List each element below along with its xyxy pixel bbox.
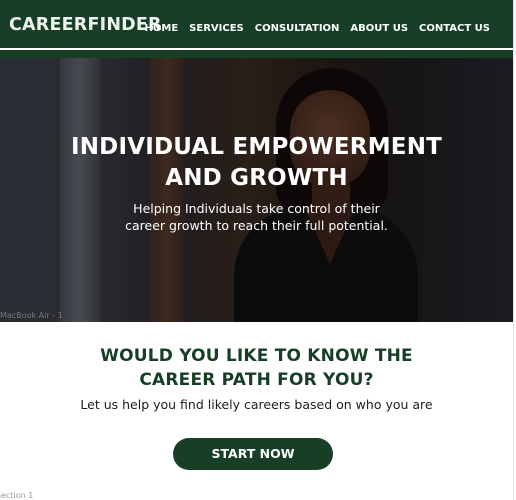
section-title: WOULD YOU LIKE TO KNOW THE CAREER PATH F… xyxy=(0,344,513,392)
nav-contact-us[interactable]: CONTACT US xyxy=(419,20,490,38)
section-description: Let us help you find likely careers base… xyxy=(80,397,433,412)
start-now-button[interactable]: START NOW xyxy=(173,438,333,470)
page-frame: CAREERFINDER HOME SERVICES CONSULTATION … xyxy=(0,0,514,500)
career-path-section: WOULD YOU LIKE TO KNOW THE CAREER PATH F… xyxy=(0,322,513,500)
hero-subtitle-line-2: career growth to reach their full potent… xyxy=(125,218,388,233)
hero-title-line-1: INDIVIDUAL EMPOWERMENT xyxy=(70,134,443,160)
nav-home[interactable]: HOME xyxy=(145,20,179,38)
section-title-line-1: WOULD YOU LIKE TO KNOW THE xyxy=(100,346,413,366)
hero-title: INDIVIDUAL EMPOWERMENT AND GROWTH xyxy=(0,132,513,194)
hero-banner: INDIVIDUAL EMPOWERMENT AND GROWTH Helpin… xyxy=(0,58,513,322)
logo-word-career: CAREER xyxy=(9,15,88,35)
nav-services[interactable]: SERVICES xyxy=(189,20,244,38)
header-divider xyxy=(0,50,513,58)
site-logo[interactable]: CAREERFINDER xyxy=(9,13,162,37)
hero-subtitle-line-1: Helping Individuals take control of thei… xyxy=(133,201,380,216)
nav-about-us[interactable]: ABOUT US xyxy=(350,20,408,38)
hero-title-line-2: AND GROWTH xyxy=(165,165,348,191)
main-nav: HOME SERVICES CONSULTATION ABOUT US CONT… xyxy=(145,20,490,38)
top-navbar: CAREERFINDER HOME SERVICES CONSULTATION … xyxy=(0,0,513,48)
section-title-line-2: CAREER PATH FOR YOU? xyxy=(139,370,374,390)
hero-subtitle: Helping Individuals take control of thei… xyxy=(0,200,513,234)
nav-consultation[interactable]: CONSULTATION xyxy=(255,20,340,38)
frame-label-section: Section 1 xyxy=(0,491,34,500)
frame-label-macbook: MacBook Air - 1 xyxy=(0,311,63,320)
